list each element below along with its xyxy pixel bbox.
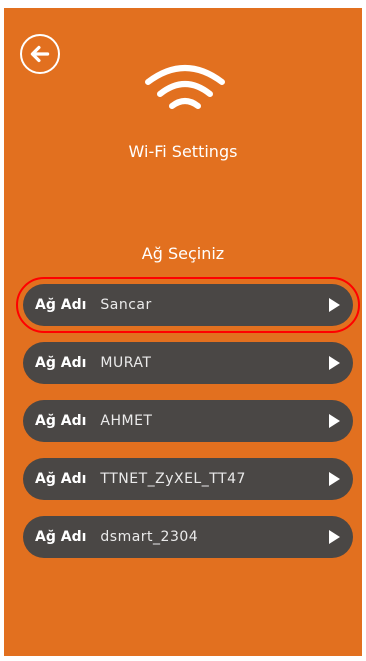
chevron-right-icon	[329, 530, 340, 544]
page-title: Wi-Fi Settings	[128, 142, 238, 161]
network-item-ttnet[interactable]: Ağ Adı TTNET_ZyXEL_TT47	[23, 458, 353, 500]
network-label: Ağ Adı	[35, 413, 87, 429]
app-screen: Wi-Fi Settings Ağ Seçiniz Ağ Adı Sancar …	[4, 8, 362, 656]
network-item-sancar[interactable]: Ağ Adı Sancar	[16, 277, 360, 333]
network-name: MURAT	[100, 355, 152, 371]
chevron-right-icon	[329, 298, 340, 312]
network-name: Sancar	[100, 297, 152, 313]
chevron-right-icon	[329, 472, 340, 486]
network-item-ahmet[interactable]: Ağ Adı AHMET	[23, 400, 353, 442]
network-select-subtitle: Ağ Seçiniz	[141, 244, 225, 263]
network-list: Ağ Adı Sancar Ağ Adı MURAT Ağ Adı AHMET …	[16, 277, 360, 574]
network-name: TTNET_ZyXEL_TT47	[100, 471, 246, 487]
network-label: Ağ Adı	[35, 297, 87, 313]
chevron-right-icon	[329, 356, 340, 370]
back-arrow-icon	[30, 45, 50, 63]
network-label: Ağ Adı	[35, 471, 87, 487]
network-label: Ağ Adı	[35, 355, 87, 371]
back-button[interactable]	[20, 34, 60, 74]
network-label: Ağ Adı	[35, 529, 87, 545]
network-item-dsmart[interactable]: Ağ Adı dsmart_2304	[23, 516, 353, 558]
wifi-icon	[145, 65, 225, 122]
network-name: dsmart_2304	[100, 529, 199, 545]
network-item-murat[interactable]: Ağ Adı MURAT	[23, 342, 353, 384]
chevron-right-icon	[329, 414, 340, 428]
network-name: AHMET	[100, 413, 153, 429]
